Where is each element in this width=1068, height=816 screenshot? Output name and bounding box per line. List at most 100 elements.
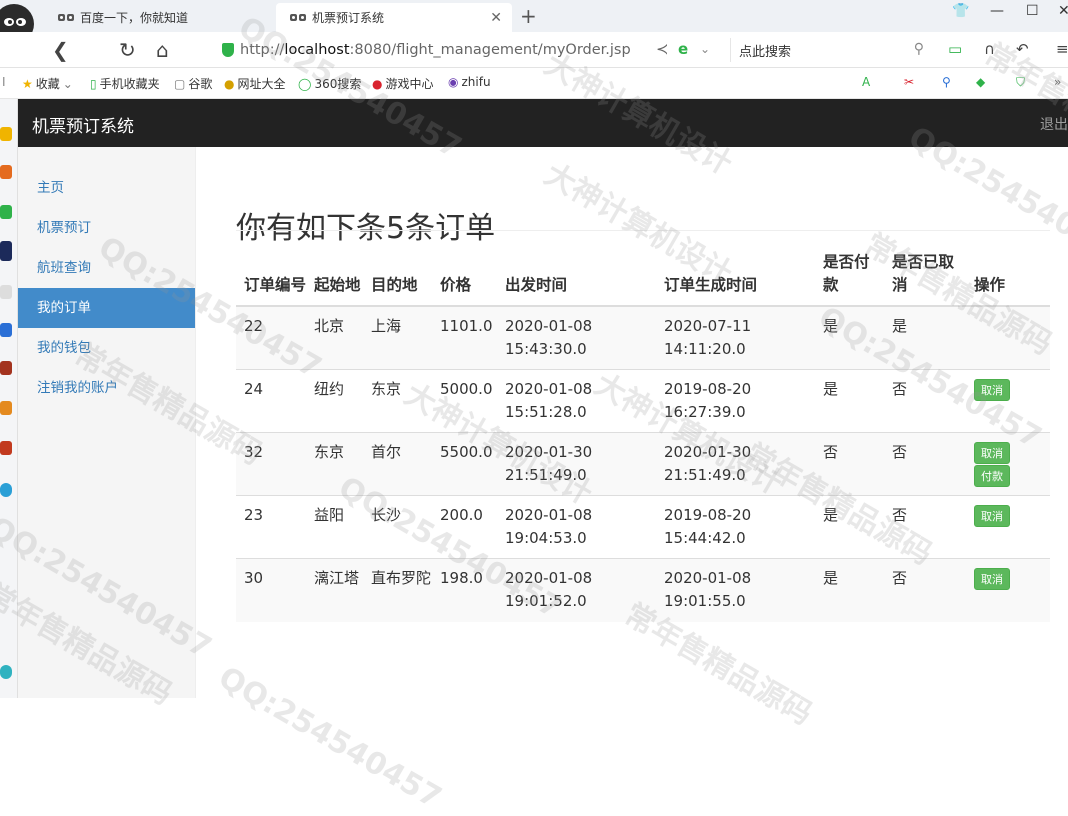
url-field[interactable]: http://localhost:8080/flight_management/… [222, 40, 642, 60]
sidebar-item-delete-account[interactable]: 注销我的账户 [18, 368, 195, 408]
bookmark-label: 谷歌 [188, 75, 212, 92]
sidebar-news-icon[interactable] [0, 241, 12, 261]
more-icon[interactable]: » [1054, 75, 1061, 89]
chevron-down-icon[interactable]: ⌄ [700, 42, 710, 56]
battery-icon[interactable]: ▭ [948, 40, 962, 58]
top-navbar: 机票预订系统 退出 [18, 99, 1068, 147]
reload-icon[interactable]: ↻ [119, 38, 136, 62]
new-tab-icon[interactable]: + [520, 4, 537, 28]
order-id-cell: 32 [236, 433, 306, 496]
close-window-icon[interactable]: ✕ [1058, 3, 1068, 19]
browser-side-strip [0, 99, 18, 698]
sidebar-star-icon[interactable] [0, 127, 12, 141]
back-icon[interactable]: ❮ [52, 38, 69, 62]
shirt-icon[interactable]: 👕 [952, 3, 969, 19]
sidebar-item-ticket-booking[interactable]: 机票预订 [18, 208, 195, 248]
star-icon: ★ [22, 77, 33, 91]
bookmark-games[interactable]: ●游戏中心 [372, 75, 434, 92]
destination-cell: 上海 [363, 306, 432, 370]
table-header-row: 订单编号 起始地 目的地 价格 出发时间 订单生成时间 是否付款 是否已取消 操… [236, 243, 1050, 306]
sidebar-doc-icon[interactable] [0, 285, 12, 299]
gamepad-icon[interactable]: ◆ [976, 75, 985, 89]
ie-icon[interactable]: e [678, 40, 688, 58]
game-icon: ● [372, 77, 382, 91]
origin-cell: 纽约 [306, 370, 363, 433]
column-header: 是否付款 [815, 243, 884, 306]
brand-link[interactable]: 机票预订系统 [32, 112, 134, 137]
bookmark-label: 手机收藏夹 [100, 75, 160, 92]
globe-icon: ● [224, 77, 234, 91]
undo-icon[interactable]: ↶ [1016, 40, 1029, 58]
share-icon[interactable]: ≺ [656, 40, 669, 58]
cancel-order-button[interactable]: 取消 [974, 442, 1010, 464]
url-path: :8080/flight_management/myOrder.jsp [350, 42, 631, 58]
tab-flight-system[interactable]: 机票预订系统 ✕ [276, 3, 512, 32]
bookmark-360[interactable]: ◯360搜索 [298, 75, 361, 92]
bookmark-label: zhifu [461, 75, 490, 89]
cancelled-status-cell: 否 [884, 370, 966, 433]
magnifier-icon[interactable]: ⚲ [942, 75, 951, 89]
table-row: 22北京上海1101.02020-01-08 15:43:30.02020-07… [236, 306, 1050, 370]
maximize-icon[interactable]: ☐ [1026, 3, 1039, 19]
cancel-order-button[interactable]: 取消 [974, 568, 1010, 590]
home-icon[interactable]: ⌂ [156, 38, 169, 62]
cancelled-status-cell: 是 [884, 306, 966, 370]
order-id-cell: 23 [236, 496, 306, 559]
headphone-icon[interactable]: ∩ [984, 40, 995, 58]
sidebar-nav: 主页 机票预订 航班查询 我的订单 我的钱包 注销我的账户 [18, 147, 196, 698]
order-id-cell: 24 [236, 370, 306, 433]
logout-link[interactable]: 退出 [1040, 114, 1068, 134]
sidebar-game2-icon[interactable] [0, 401, 12, 415]
bookmark-favorites[interactable]: ★收藏⌄ [22, 75, 73, 92]
bookmarks-edge-icon: I [2, 75, 6, 89]
departure-time-cell: 2020-01-08 19:01:52.0 [497, 559, 656, 622]
search-icon[interactable]: ⚲ [914, 41, 924, 57]
watermark-text: QQ:254540457 [213, 660, 448, 816]
tab-baidu[interactable]: 百度一下，你就知道 [44, 3, 272, 32]
sidebar-weibo-icon[interactable] [0, 165, 12, 179]
sidebar-game3-icon[interactable] [0, 441, 12, 455]
translate-icon[interactable]: A [862, 75, 870, 89]
departure-time-cell: 2020-01-08 15:43:30.0 [497, 306, 656, 370]
scissors-icon[interactable]: ✂ [904, 75, 914, 89]
shield-icon [222, 43, 234, 57]
column-header: 价格 [432, 243, 497, 306]
menu-icon[interactable]: ≡ [1056, 40, 1068, 58]
sidebar-game-icon[interactable] [0, 361, 12, 375]
actions-cell [966, 306, 1050, 370]
cancel-order-button[interactable]: 取消 [974, 379, 1010, 401]
paid-status-cell: 是 [815, 559, 884, 622]
url-prefix: http:// [240, 42, 284, 58]
origin-cell: 益阳 [306, 496, 363, 559]
bookmark-directory[interactable]: ●网址大全 [224, 75, 286, 92]
column-header: 是否已取消 [884, 243, 966, 306]
bookmark-zhifu[interactable]: ◉zhifu [448, 75, 491, 89]
sidebar-bottom-icon[interactable] [0, 665, 12, 679]
close-tab-icon[interactable]: ✕ [490, 10, 502, 26]
sidebar-blue-icon[interactable] [0, 323, 12, 337]
tab-title: 机票预订系统 [312, 9, 384, 26]
title-divider [236, 230, 1050, 231]
eye-mask-icon [58, 13, 74, 23]
column-header: 出发时间 [497, 243, 656, 306]
column-header: 订单编号 [236, 243, 306, 306]
address-bar: ❮ ↻ ⌂ http://localhost:8080/flight_manag… [0, 32, 1068, 68]
sidebar-item-my-wallet[interactable]: 我的钱包 [18, 328, 195, 368]
cancel-order-button[interactable]: 取消 [974, 505, 1010, 527]
pay-button[interactable]: 付款 [974, 465, 1010, 487]
sidebar-item-my-orders[interactable]: 我的订单 [18, 288, 195, 328]
bookmark-mobile[interactable]: ▯手机收藏夹 [90, 75, 160, 92]
page-icon: ▢ [174, 77, 185, 91]
price-cell: 5000.0 [432, 370, 497, 433]
sidebar-item-flight-search[interactable]: 航班查询 [18, 248, 195, 288]
table-row: 23益阳长沙200.02020-01-08 19:04:53.02019-08-… [236, 496, 1050, 559]
bookmark-google[interactable]: ▢谷歌 [174, 75, 212, 92]
search-input[interactable]: 点此搜索 ⚲ [730, 38, 930, 62]
table-row: 24纽约东京5000.02020-01-08 15:51:28.02019-08… [236, 370, 1050, 433]
sidebar-app-icon[interactable] [0, 205, 12, 219]
paid-status-cell: 是 [815, 496, 884, 559]
sidebar-item-home[interactable]: 主页 [18, 168, 195, 208]
sidebar-chat-icon[interactable] [0, 483, 12, 497]
security-shield-icon[interactable]: ⛉ [1016, 75, 1025, 90]
minimize-icon[interactable]: — [990, 3, 1004, 19]
